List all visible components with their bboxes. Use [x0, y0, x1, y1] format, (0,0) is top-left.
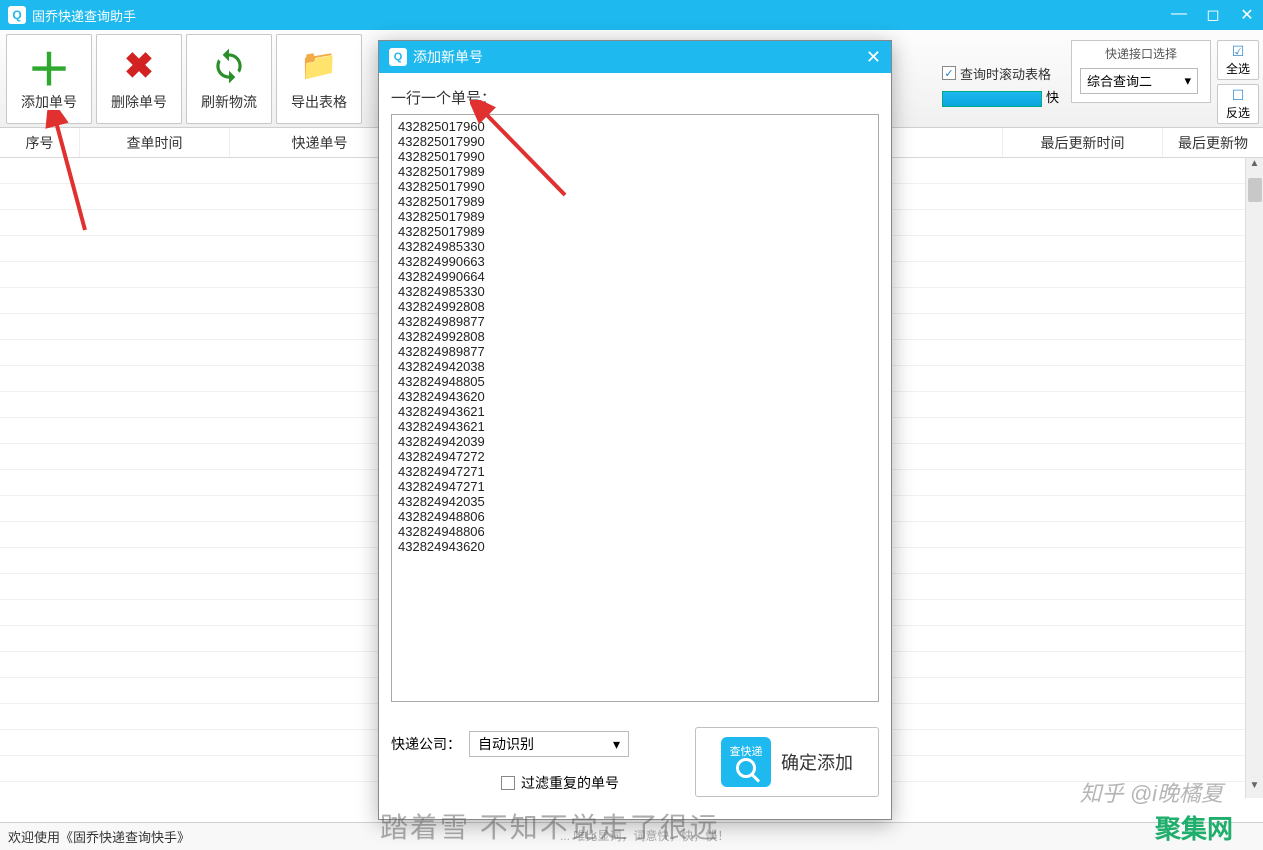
filter-checkbox-row[interactable]: ✓ 过滤重复的单号 [501, 773, 629, 793]
hint-label: 一行一个单号： [391, 87, 879, 108]
speed-progress[interactable] [942, 91, 1042, 107]
export-label: 导出表格 [291, 92, 347, 112]
speed-label: 快 [1046, 87, 1059, 106]
delete-number-label: 删除单号 [111, 92, 167, 112]
confirm-add-button[interactable]: 查快递 确定添加 [695, 727, 879, 797]
company-value: 自动识别 [478, 734, 534, 754]
select-all-button[interactable]: ☑ 全选 [1217, 40, 1259, 80]
dialog-close-button[interactable]: ✕ [866, 47, 881, 68]
select-all-icon: ☑ [1232, 43, 1245, 60]
delete-icon: ✖ [119, 46, 159, 86]
interface-value: 综合查询二 [1087, 71, 1152, 90]
dialog-titlebar: Q 添加新单号 ✕ [379, 41, 891, 73]
refresh-label: 刷新物流 [201, 92, 257, 112]
refresh-button[interactable]: 刷新物流 [186, 34, 272, 124]
status-text: 欢迎使用《固乔快递查询快手》 [8, 827, 190, 846]
invert-selection-button[interactable]: ☐ 反选 [1217, 84, 1259, 124]
col-index[interactable]: 序号 [0, 128, 80, 157]
invert-icon: ☐ [1232, 87, 1245, 104]
window-title: 固乔快递查询助手 [32, 6, 1171, 25]
invert-label: 反选 [1226, 104, 1250, 121]
confirm-label: 确定添加 [781, 749, 853, 775]
folder-icon: 📁 [299, 46, 339, 86]
vertical-scrollbar[interactable]: ▲ ▼ [1245, 158, 1263, 798]
add-number-label: 添加单号 [21, 92, 77, 112]
interface-group: 快递接口选择 综合查询二 ▾ [1071, 40, 1211, 103]
interface-select[interactable]: 综合查询二 ▾ [1080, 68, 1198, 94]
scroll-checkbox-row[interactable]: ✓ 查询时滚动表格 [942, 64, 1051, 83]
titlebar: Q 固乔快递查询助手 — ◻ ✕ [0, 0, 1263, 30]
watermark-site: 聚集网 [1155, 809, 1233, 846]
dialog-icon: Q [389, 48, 407, 66]
col-update-info[interactable]: 最后更新物 [1163, 128, 1263, 157]
add-number-dialog: Q 添加新单号 ✕ 一行一个单号： 快递公司： 自动识别 ▾ ✓ 过滤重复的单号… [378, 40, 892, 820]
col-query-time[interactable]: 查单时间 [80, 128, 230, 157]
delete-number-button[interactable]: ✖ 删除单号 [96, 34, 182, 124]
refresh-icon [209, 46, 249, 86]
minimize-button[interactable]: — [1171, 5, 1187, 25]
company-select[interactable]: 自动识别 ▾ [469, 731, 629, 757]
company-label: 快递公司： [391, 734, 461, 754]
scrollbar-thumb[interactable] [1248, 178, 1262, 202]
dialog-title: 添加新单号 [413, 47, 866, 67]
interface-title: 快递接口选择 [1080, 45, 1202, 62]
plus-icon: ＋ [29, 46, 69, 86]
add-number-button[interactable]: ＋ 添加单号 [6, 34, 92, 124]
checkbox-icon: ✓ [501, 776, 515, 790]
tracking-numbers-textarea[interactable] [391, 114, 879, 702]
export-button[interactable]: 📁 导出表格 [276, 34, 362, 124]
scroll-checkbox-label: 查询时滚动表格 [960, 64, 1051, 83]
app-icon: Q [8, 6, 26, 24]
chevron-down-icon: ▾ [1184, 73, 1191, 89]
maximize-button[interactable]: ◻ [1205, 5, 1221, 25]
watermark-tiny: ... 唯比显词，词意快，快，快！ [560, 827, 729, 844]
filter-label: 过滤重复的单号 [521, 773, 619, 793]
close-button[interactable]: ✕ [1239, 5, 1255, 25]
col-update-time[interactable]: 最后更新时间 [1003, 128, 1163, 157]
watermark-zhihu: 知乎 @i晚橘夏 [1080, 776, 1223, 808]
checkbox-icon: ✓ [942, 66, 956, 80]
chevron-down-icon: ▾ [613, 736, 620, 753]
select-all-label: 全选 [1226, 60, 1250, 77]
search-express-icon: 查快递 [721, 737, 771, 787]
